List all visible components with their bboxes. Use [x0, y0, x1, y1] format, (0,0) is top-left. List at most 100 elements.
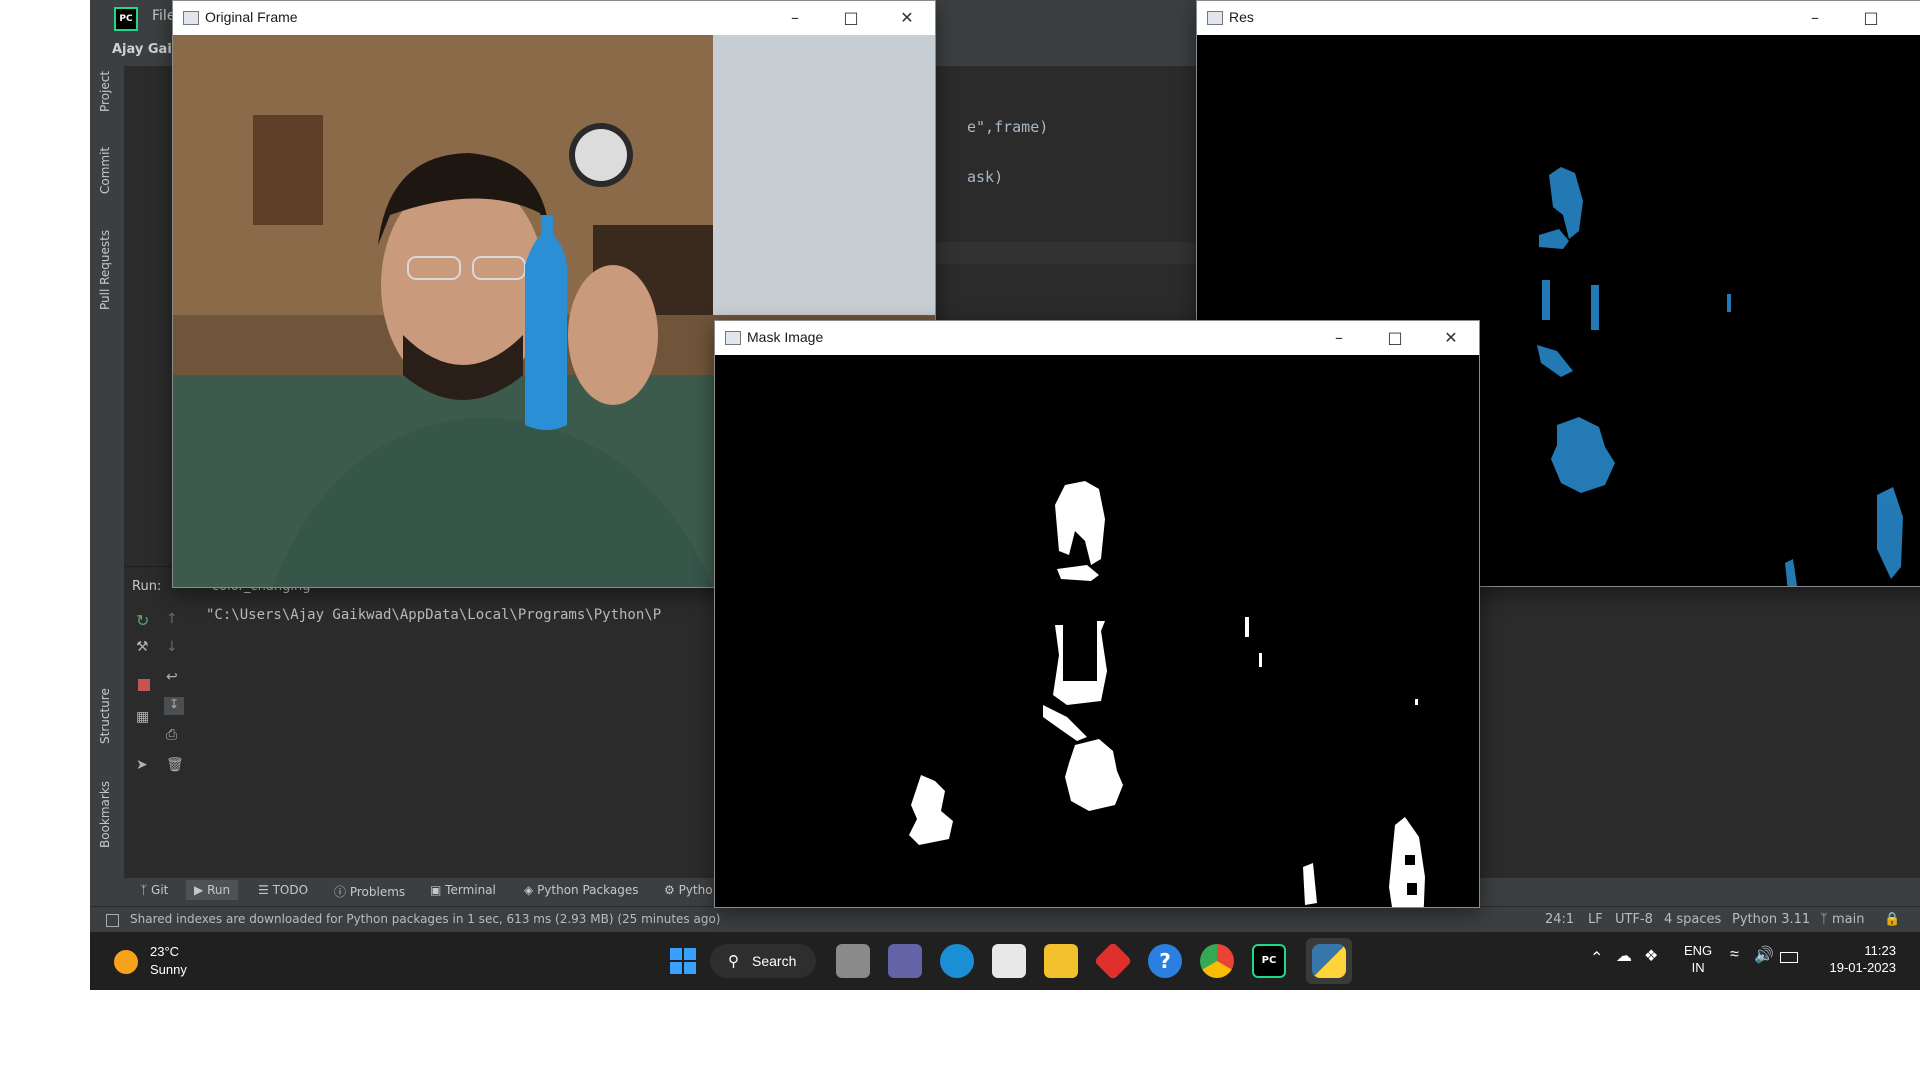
teams-chat-icon[interactable] — [888, 944, 922, 978]
file-explorer-icon[interactable] — [1044, 944, 1078, 978]
pycharm-taskbar-icon[interactable]: PC — [1252, 944, 1286, 978]
python-icon[interactable] — [1312, 944, 1346, 978]
status-message[interactable]: Shared indexes are downloaded for Python… — [130, 912, 720, 926]
search-button[interactable]: ⚲ Search — [710, 944, 816, 978]
start-icon[interactable] — [666, 944, 700, 978]
weather-widget[interactable]: 23°C Sunny — [114, 942, 214, 982]
task-view-icon[interactable] — [836, 944, 870, 978]
window-app-icon — [725, 331, 741, 345]
mask-image-title-bar[interactable]: Mask Image – □ ✕ — [715, 321, 1479, 355]
python-icon: ⚙ — [664, 883, 675, 897]
mask-blobs — [909, 481, 1425, 907]
res-title: Res — [1229, 9, 1254, 25]
run-icon: ▶ — [194, 883, 204, 897]
tab-structure[interactable]: Structure — [98, 688, 112, 744]
wifi-icon[interactable]: ≈ — [1730, 946, 1739, 964]
original-frame-title: Original Frame — [205, 9, 298, 25]
cursor-position[interactable]: 24:1 — [1545, 912, 1574, 927]
list-icon: ☰ — [258, 883, 269, 897]
lang-top: ENG — [1684, 943, 1713, 958]
run-output-text: "C:\Users\Ajay Gaikwad\AppData\Local\Pro… — [206, 607, 662, 623]
git-branch[interactable]: ᛉ main — [1820, 912, 1864, 927]
battery-icon[interactable] — [1780, 952, 1798, 963]
store-icon[interactable] — [992, 944, 1026, 978]
stop-icon[interactable] — [138, 679, 150, 691]
menu-file[interactable]: File — [152, 8, 172, 24]
status-bar: Shared indexes are downloaded for Python… — [90, 906, 1920, 932]
mask-image — [715, 355, 1479, 907]
maximize-icon[interactable]: □ — [1843, 1, 1899, 35]
mask-image-window: Mask Image – □ ✕ — [714, 320, 1480, 908]
file-encoding[interactable]: UTF-8 — [1615, 912, 1653, 927]
lang-bottom: IN — [1691, 960, 1705, 975]
dropbox-icon[interactable]: ❖ — [1644, 946, 1658, 966]
windows-taskbar: 23°C Sunny ⚲ Search ? PC ⌃ ☁ ❖ ENG IN ≈ … — [90, 932, 1920, 990]
status-toggle-icon[interactable] — [106, 914, 119, 927]
arrow-down-icon[interactable]: ↓ — [166, 639, 178, 655]
project-name[interactable]: Ajay Gail — [112, 42, 176, 57]
maximize-icon[interactable]: □ — [1367, 321, 1423, 355]
tab-pull-requests[interactable]: Pull Requests — [98, 230, 112, 310]
indent-setting[interactable]: 4 spaces — [1664, 912, 1721, 927]
edge-icon[interactable] — [940, 944, 974, 978]
arrow-up-icon[interactable]: ↑ — [166, 611, 178, 627]
run-toolbar: ↻ ↑ ⚒ ↓ ↩ ↧ ▦ ⎙ ➤ 🗑 — [124, 607, 186, 847]
trash-icon[interactable]: 🗑 — [166, 757, 184, 773]
scroll-to-end-icon[interactable]: ↧ — [164, 697, 184, 715]
tab-commit[interactable]: Commit — [98, 147, 112, 194]
window-app-icon — [183, 11, 199, 25]
soft-wrap-icon[interactable]: ↩ — [166, 669, 178, 685]
print-icon[interactable]: ⎙ — [166, 727, 177, 743]
weather-temp: 23°C — [150, 944, 180, 959]
python-interpreter[interactable]: Python 3.11 — [1732, 912, 1810, 927]
wrench-icon[interactable]: ⚒ — [136, 639, 149, 655]
rerun-icon[interactable]: ↻ — [136, 611, 149, 630]
pycharm-logo-icon: PC — [114, 7, 138, 31]
line-separator[interactable]: LF — [1588, 912, 1603, 927]
tool-tab-python-console[interactable]: ⚙ Pytho — [664, 883, 713, 897]
chevron-up-icon[interactable]: ⌃ — [1590, 948, 1603, 968]
chrome-icon[interactable] — [1200, 944, 1234, 978]
lock-icon[interactable]: 🔒 — [1884, 912, 1900, 927]
tool-tab-run[interactable]: ▶ Run — [186, 880, 239, 900]
maximize-icon[interactable]: □ — [823, 1, 879, 35]
layers-icon: ◈ — [524, 883, 534, 897]
clock-date: 19-01-2023 — [1829, 960, 1897, 975]
close-icon[interactable]: ✕ — [1423, 321, 1479, 355]
info-icon: ⓘ — [334, 885, 347, 899]
code-line: e",frame) — [967, 118, 1049, 136]
sun-icon — [114, 950, 138, 974]
language-indicator[interactable]: ENG IN — [1684, 942, 1712, 976]
weather-desc: Sunny — [150, 962, 187, 977]
tab-bookmarks[interactable]: Bookmarks — [98, 781, 112, 848]
mask-image-title: Mask Image — [747, 329, 824, 345]
terminal-icon: ▣ — [430, 883, 442, 897]
minimize-icon[interactable]: – — [1311, 321, 1367, 355]
branch-icon: ᛉ — [1820, 912, 1828, 927]
original-frame-title-bar[interactable]: Original Frame – □ ✕ — [173, 1, 935, 35]
tool-tab-python-packages[interactable]: ◈ Python Packages — [524, 883, 638, 897]
help-icon[interactable]: ? — [1148, 944, 1182, 978]
clock-time: 11:23 — [1864, 943, 1896, 958]
tool-tab-todo[interactable]: ☰ TODO — [258, 883, 308, 897]
layout-icon[interactable]: ▦ — [136, 709, 149, 725]
tool-tab-terminal[interactable]: ▣ Terminal — [430, 883, 496, 897]
tool-tab-git[interactable]: ᛉ Git — [140, 883, 168, 897]
pin-icon[interactable]: ➤ — [136, 757, 148, 773]
anydesk-icon[interactable] — [1093, 941, 1133, 981]
code-line: ask) — [967, 168, 1004, 186]
minimize-icon[interactable]: – — [767, 1, 823, 35]
git-icon: ᛉ — [140, 883, 148, 897]
search-label: Search — [752, 953, 797, 969]
close-icon[interactable]: ✕ — [879, 1, 935, 35]
onedrive-icon[interactable]: ☁ — [1616, 946, 1632, 966]
search-icon: ⚲ — [728, 953, 739, 970]
left-tool-strip: Project Commit Pull Requests Structure B… — [90, 66, 125, 906]
clock[interactable]: 11:23 19-01-2023 — [1826, 942, 1897, 976]
volume-icon[interactable]: 🔊 — [1754, 945, 1774, 965]
window-app-icon — [1207, 11, 1223, 25]
tab-project[interactable]: Project — [98, 71, 112, 112]
tool-tab-problems[interactable]: ⓘ Problems — [334, 883, 405, 900]
res-title-bar[interactable]: Res – □ — [1197, 1, 1920, 35]
minimize-icon[interactable]: – — [1787, 1, 1843, 35]
